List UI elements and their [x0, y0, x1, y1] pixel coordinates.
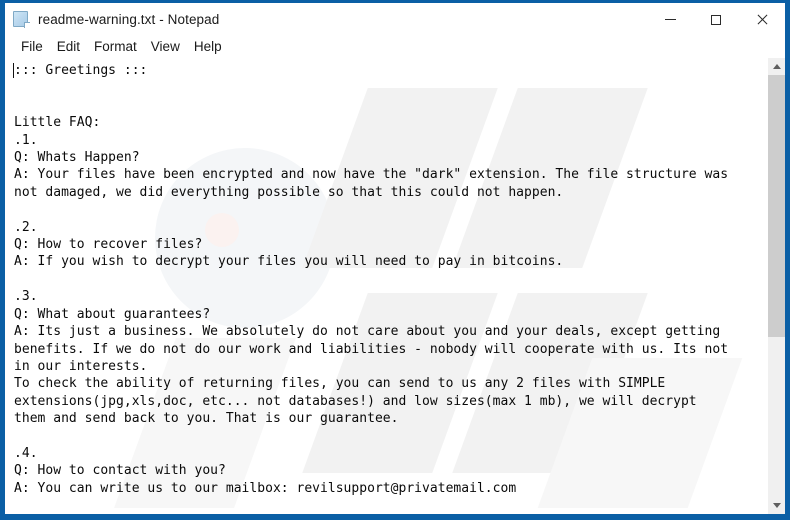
vertical-scrollbar[interactable]: [768, 58, 785, 514]
minimize-button[interactable]: [647, 3, 693, 36]
menu-item-view[interactable]: View: [144, 36, 187, 57]
scroll-down-button[interactable]: [768, 497, 785, 514]
title-bar-left: readme-warning.txt - Notepad: [5, 11, 219, 28]
close-button[interactable]: [739, 3, 785, 36]
scrollbar-track[interactable]: [768, 75, 785, 497]
menu-bar: File Edit Format View Help: [5, 36, 785, 57]
maximize-icon: [711, 14, 721, 25]
scroll-up-button[interactable]: [768, 58, 785, 75]
title-bar[interactable]: readme-warning.txt - Notepad: [5, 3, 785, 36]
menu-item-format[interactable]: Format: [87, 36, 144, 57]
window-controls: [647, 3, 785, 36]
minimize-icon: [664, 19, 676, 20]
close-icon: [756, 14, 768, 26]
window-title: readme-warning.txt - Notepad: [38, 12, 220, 27]
text-cursor: [13, 63, 14, 78]
text-editor[interactable]: ::: Greetings ::: Little FAQ: .1. Q: Wha…: [5, 58, 768, 514]
scroll-up-arrow-icon: [772, 64, 781, 69]
maximize-button[interactable]: [693, 3, 739, 36]
editor-area: ::: Greetings ::: Little FAQ: .1. Q: Wha…: [5, 57, 785, 514]
menu-item-help[interactable]: Help: [187, 36, 229, 57]
notepad-document-icon: [13, 11, 30, 28]
ransom-note-text: ::: Greetings ::: Little FAQ: .1. Q: Wha…: [14, 63, 729, 496]
menu-item-file[interactable]: File: [14, 36, 50, 57]
scroll-down-arrow-icon: [772, 503, 781, 508]
scrollbar-thumb[interactable]: [768, 75, 785, 337]
notepad-window: readme-warning.txt - Notepad File Edit F…: [0, 0, 790, 520]
menu-item-edit[interactable]: Edit: [50, 36, 87, 57]
